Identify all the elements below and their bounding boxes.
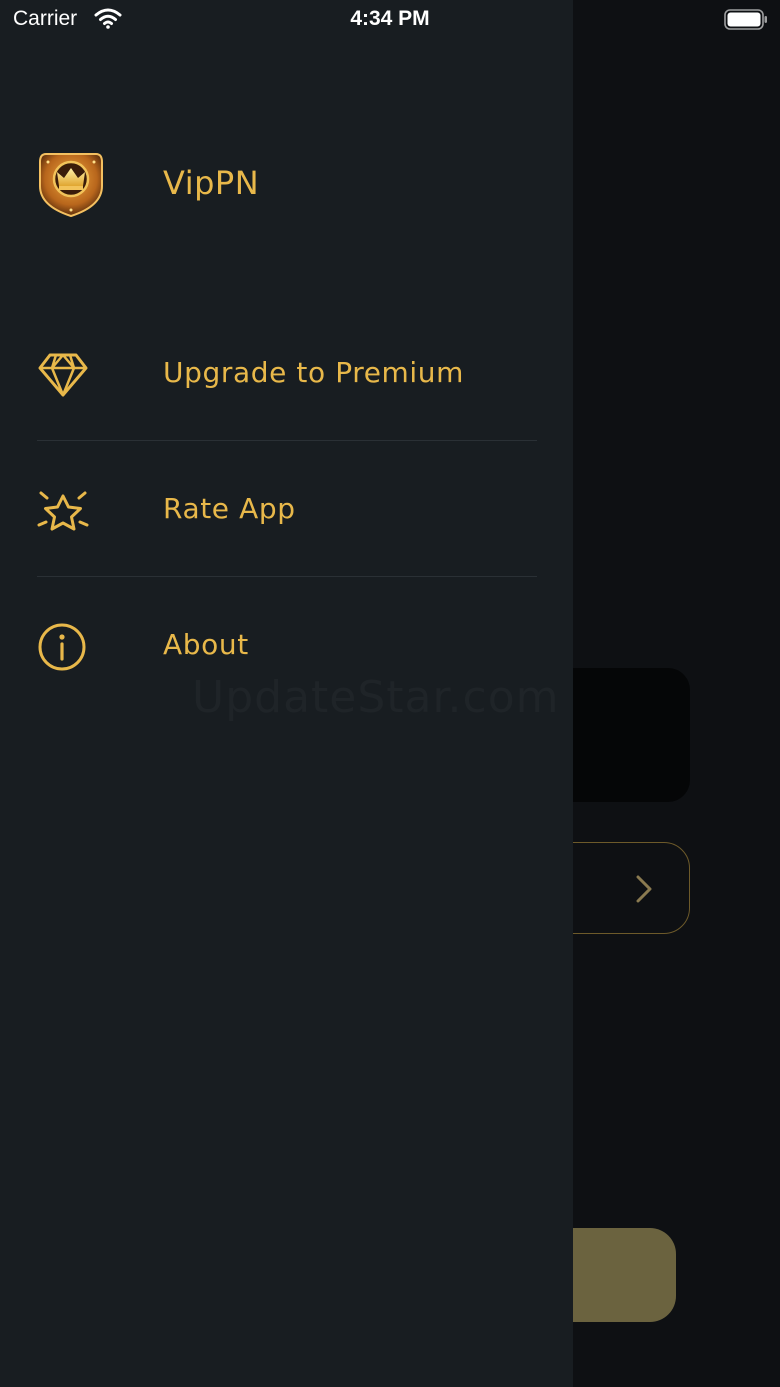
menu-item-label: About [163, 628, 249, 661]
info-icon [38, 623, 86, 671]
menu-item-label: Upgrade to Premium [163, 356, 465, 389]
status-time: 4:34 PM [350, 7, 430, 30]
menu-item-upgrade-premium[interactable]: Upgrade to Premium [37, 305, 537, 440]
menu-item-label: Rate App [163, 492, 296, 525]
app-name: VipPN [163, 164, 260, 202]
star-icon [37, 491, 89, 531]
battery-icon [724, 9, 767, 30]
chevron-right-icon [636, 875, 652, 903]
status-bar: Carrier 4:34 PM [0, 0, 780, 40]
watermark-text: UpdateStar.com [192, 672, 560, 723]
menu-item-rate-app[interactable]: Rate App [37, 441, 537, 576]
diamond-icon [38, 353, 88, 397]
drawer-menu: Upgrade to Premium Rate App About [37, 305, 537, 712]
drawer-header: VipPN [38, 150, 538, 220]
app-logo-icon [39, 153, 103, 218]
